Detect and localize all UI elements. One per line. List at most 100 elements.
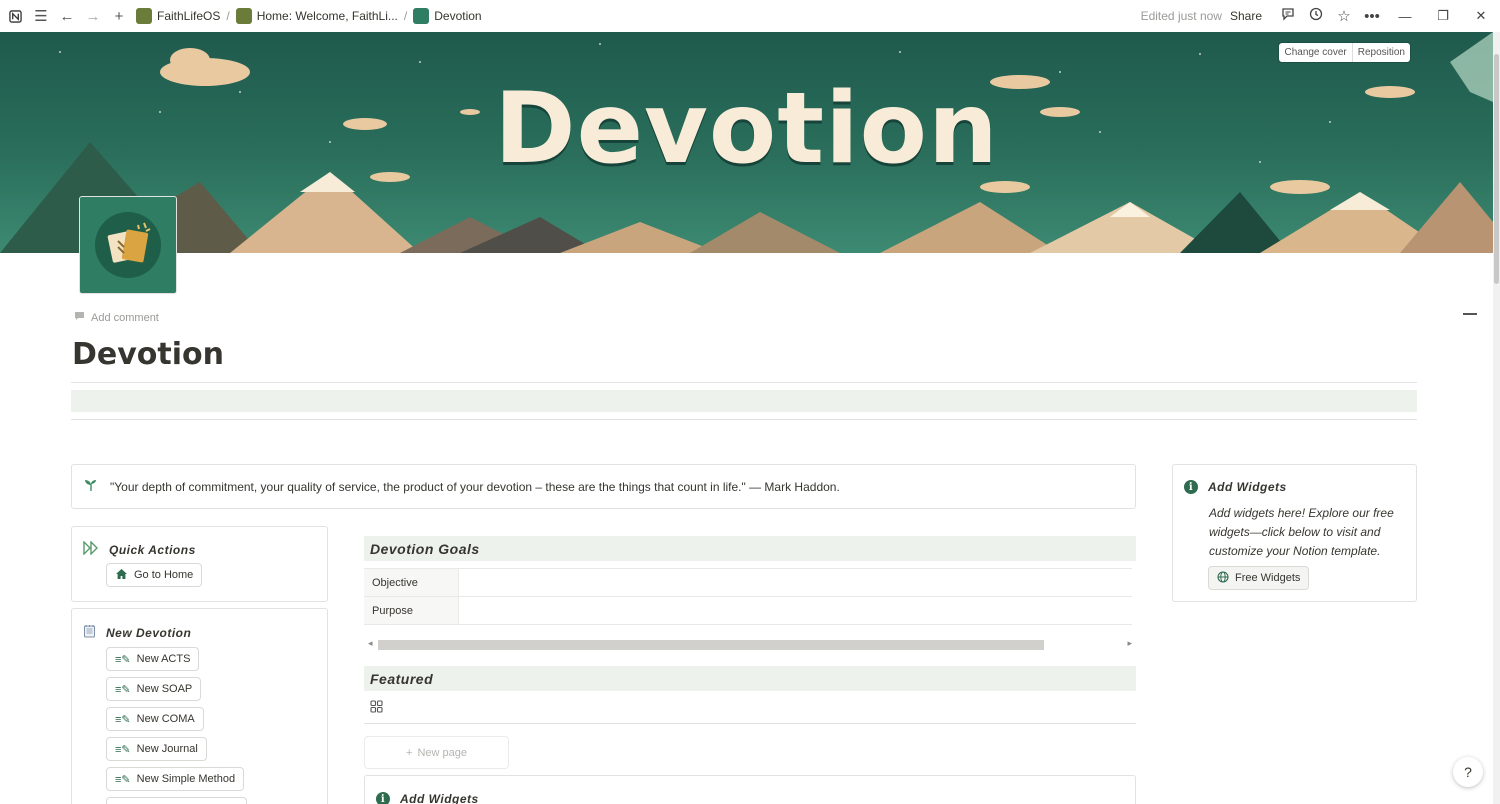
table-row: Objective: [364, 569, 1132, 597]
add-comment-label: Add comment: [91, 312, 159, 324]
sprout-icon: [84, 478, 100, 495]
divider: [71, 419, 1417, 420]
notion-logo-icon[interactable]: [4, 5, 26, 27]
new-soap-button[interactable]: ≡✎ New SOAP: [106, 677, 202, 701]
cover-controls: Change cover Reposition: [1279, 43, 1410, 62]
new-simple-method-button[interactable]: ≡✎ New Simple Method: [106, 767, 245, 791]
bottom-add-widgets-heading: i Add Widgets: [376, 792, 479, 804]
new-simple-method-label: New Simple Method: [136, 773, 236, 785]
history-clock-icon[interactable]: [1302, 7, 1330, 25]
breadcrumb-separator: /: [226, 9, 230, 23]
breadcrumb-label: Home: Welcome, FaithLi...: [256, 9, 398, 23]
new-devotion-extra-button[interactable]: [106, 797, 247, 804]
add-comment-button[interactable]: Add comment: [74, 311, 159, 325]
new-journal-button[interactable]: ≡✎ New Journal: [106, 737, 207, 761]
back-arrow-icon[interactable]: ←: [56, 5, 78, 27]
quick-actions-card: Quick Actions Go to Home: [71, 526, 328, 602]
table-cell-label[interactable]: Objective: [364, 569, 459, 596]
minimize-window-icon[interactable]: —: [1386, 9, 1424, 24]
add-widgets-title: Add Widgets: [1208, 480, 1287, 494]
help-question-icon[interactable]: ?: [1453, 757, 1483, 787]
add-widgets-heading: i Add Widgets: [1184, 480, 1287, 494]
book-emblem-icon: [95, 212, 161, 278]
divider: [364, 723, 1136, 724]
breadcrumb-label: FaithLifeOS: [157, 9, 221, 23]
pen-icon: ≡✎: [115, 653, 131, 666]
scrollbar-thumb[interactable]: [378, 640, 1044, 650]
devotion-goals-table: Objective Purpose: [364, 568, 1132, 625]
new-page-label: New page: [417, 746, 467, 759]
top-bar-actions: Edited just now Share ☆ ••• — ❐ ✕: [1141, 0, 1500, 32]
restore-window-icon[interactable]: ❐: [1424, 8, 1462, 24]
go-to-home-label: Go to Home: [134, 569, 194, 581]
scroll-left-arrow-icon[interactable]: ◂: [368, 638, 373, 649]
faithlifeos-icon: [136, 8, 152, 24]
pen-icon: ≡✎: [115, 683, 131, 696]
pen-icon: ≡✎: [115, 713, 131, 726]
add-widgets-card: i Add Widgets Add widgets here! Explore …: [1172, 464, 1417, 602]
go-to-home-button[interactable]: Go to Home: [106, 563, 203, 587]
new-devotion-heading: New Devotion: [83, 624, 191, 641]
page-scrollbar[interactable]: [1493, 32, 1500, 804]
new-devotion-card: New Devotion ≡✎ New ACTS ≡✎ New SOAP ≡✎ New…: [71, 608, 328, 804]
breadcrumb-label: Devotion: [434, 9, 482, 23]
gallery-view-icon[interactable]: [370, 700, 383, 716]
home-page-icon: [235, 8, 252, 24]
reposition-button[interactable]: Reposition: [1351, 43, 1410, 62]
bottom-add-widgets-title: Add Widgets: [400, 792, 479, 804]
breadcrumb-item-home[interactable]: Home: Welcome, FaithLi...: [235, 8, 398, 24]
share-button[interactable]: Share: [1230, 9, 1262, 23]
add-widgets-text: Add widgets here! Explore our free widge…: [1209, 506, 1394, 558]
breadcrumb-separator: /: [403, 9, 408, 23]
quote-text: "Your depth of commitment, your quality …: [110, 479, 840, 494]
change-cover-button[interactable]: Change cover: [1279, 43, 1351, 62]
free-widgets-label: Free Widgets: [1235, 572, 1301, 584]
table-horizontal-scrollbar[interactable]: ◂ ▸: [364, 638, 1136, 652]
favorite-star-icon[interactable]: ☆: [1330, 7, 1358, 25]
free-widgets-button[interactable]: Free Widgets: [1208, 566, 1310, 590]
devotion-page-icon: [413, 8, 430, 24]
featured-heading: Featured: [364, 666, 1136, 691]
top-bar: ☰ ← → + FaithLifeOS / Home: Welcome, Fai…: [0, 0, 1500, 32]
new-soap-label: New SOAP: [136, 683, 193, 695]
devotion-goals-heading: Devotion Goals: [364, 536, 1136, 561]
new-tab-plus-icon[interactable]: +: [108, 5, 130, 27]
page-title[interactable]: Devotion: [72, 337, 224, 372]
page-icon[interactable]: [79, 196, 177, 294]
new-acts-button[interactable]: ≡✎ New ACTS: [106, 647, 200, 671]
quick-actions-title: Quick Actions: [109, 542, 196, 557]
new-acts-label: New ACTS: [136, 653, 191, 665]
quote-callout[interactable]: "Your depth of commitment, your quality …: [71, 464, 1136, 509]
breadcrumb-item-faithlifeos[interactable]: FaithLifeOS: [136, 8, 220, 24]
close-window-icon[interactable]: ✕: [1462, 8, 1500, 24]
plus-icon: +: [406, 746, 413, 759]
more-options-icon[interactable]: •••: [1358, 8, 1386, 25]
home-icon: [115, 568, 128, 583]
menu-icon[interactable]: ☰: [30, 5, 52, 27]
info-icon: i: [376, 792, 390, 804]
notepad-icon: [83, 624, 96, 641]
outline-toggle-icon[interactable]: [1463, 313, 1477, 315]
pen-icon: ≡✎: [115, 773, 131, 786]
globe-icon: [1217, 570, 1229, 586]
new-coma-label: New COMA: [136, 713, 195, 725]
breadcrumb-item-devotion[interactable]: Devotion: [413, 8, 482, 24]
table-cell-value[interactable]: [459, 569, 1132, 596]
new-page-button[interactable]: + New page: [364, 736, 509, 769]
forward-arrow-icon[interactable]: →: [82, 5, 104, 27]
table-row: Purpose: [364, 597, 1132, 625]
table-cell-label[interactable]: Purpose: [364, 597, 459, 624]
header-band: [71, 390, 1417, 412]
new-journal-label: New Journal: [136, 743, 198, 755]
scrollbar-thumb[interactable]: [1494, 54, 1499, 284]
edited-status: Edited just now: [1140, 9, 1222, 23]
new-devotion-title: New Devotion: [106, 625, 192, 640]
new-coma-button[interactable]: ≡✎ New COMA: [106, 707, 204, 731]
bottom-add-widgets-card: i Add Widgets: [364, 775, 1136, 804]
info-icon: i: [1184, 480, 1198, 494]
cover-title-art: Devotion: [494, 72, 999, 186]
scroll-right-arrow-icon[interactable]: ▸: [1127, 638, 1132, 649]
comment-icon: [74, 311, 85, 325]
table-cell-value[interactable]: [459, 597, 1132, 624]
comments-icon[interactable]: [1274, 7, 1302, 25]
